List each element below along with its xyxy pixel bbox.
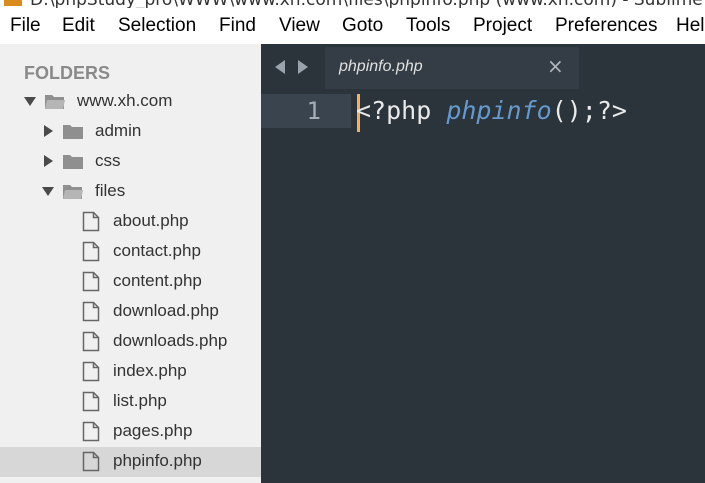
expanded-arrow-icon[interactable] bbox=[42, 187, 54, 196]
file-icon bbox=[82, 331, 100, 352]
tree-label: phpinfo.php bbox=[113, 451, 202, 470]
tree-label: index.php bbox=[113, 361, 187, 380]
tree-file-phpinfo-php[interactable]: phpinfo.php bbox=[0, 447, 261, 477]
tree-file-download-php[interactable]: download.php bbox=[0, 297, 261, 327]
folder-icon bbox=[63, 155, 83, 169]
call-parens: (); bbox=[551, 96, 597, 125]
tree-folder-www-xh-com[interactable]: www.xh.com bbox=[0, 87, 261, 117]
tab-nav-left-icon[interactable] bbox=[275, 60, 285, 74]
expanded-arrow-icon[interactable] bbox=[24, 97, 36, 106]
line-number: 1 bbox=[306, 97, 321, 125]
file-icon bbox=[82, 391, 100, 412]
gutter-current-line: 1 bbox=[261, 94, 351, 128]
collapsed-arrow-icon[interactable] bbox=[44, 125, 53, 137]
file-icon bbox=[82, 271, 100, 292]
window-title: D:\phpStudy_pro\WWW\www.xh.com\files\php… bbox=[30, 0, 705, 8]
tree-label: about.php bbox=[113, 211, 189, 230]
title-bar: D:\phpStudy_pro\WWW\www.xh.com\files\php… bbox=[0, 0, 705, 8]
php-open-tag: <?php bbox=[356, 96, 447, 125]
tree-label: download.php bbox=[113, 301, 219, 320]
tree-label: pages.php bbox=[113, 421, 193, 440]
file-icon bbox=[82, 361, 100, 382]
tree-folder-css[interactable]: css bbox=[0, 147, 261, 177]
menu-help[interactable]: Help bbox=[676, 15, 705, 37]
tree-file-index-php[interactable]: index.php bbox=[0, 357, 261, 387]
tree-folder-files[interactable]: files bbox=[0, 177, 261, 207]
tree-file-content-php[interactable]: content.php bbox=[0, 267, 261, 297]
menu-goto[interactable]: Goto bbox=[342, 15, 383, 37]
file-icon bbox=[82, 211, 100, 232]
tab-label: phpinfo.php bbox=[339, 58, 423, 75]
menu-project[interactable]: Project bbox=[473, 15, 532, 37]
tab-nav-right-icon[interactable] bbox=[298, 60, 308, 74]
tree-label: list.php bbox=[113, 391, 167, 410]
tree-file-pages-php[interactable]: pages.php bbox=[0, 417, 261, 447]
sidebar: FOLDERS www.xh.com admin css files about… bbox=[0, 44, 261, 483]
tree-label: content.php bbox=[113, 271, 202, 290]
menu-preferences[interactable]: Preferences bbox=[555, 15, 657, 37]
code-line-1[interactable]: <?php phpinfo();?> bbox=[356, 94, 627, 128]
menu-bar: File Edit Selection Find View Goto Tools… bbox=[0, 8, 705, 44]
menu-tools[interactable]: Tools bbox=[406, 15, 450, 37]
tree-label: css bbox=[95, 151, 121, 170]
file-icon bbox=[82, 421, 100, 442]
menu-find[interactable]: Find bbox=[219, 15, 256, 37]
tab-bar: phpinfo.php × bbox=[261, 44, 705, 89]
tree-label: contact.php bbox=[113, 241, 201, 260]
collapsed-arrow-icon[interactable] bbox=[44, 155, 53, 167]
folder-icon bbox=[63, 125, 83, 139]
file-icon bbox=[82, 301, 100, 322]
function-name: phpinfo bbox=[446, 96, 552, 125]
folders-heading: FOLDERS bbox=[24, 63, 111, 83]
file-icon bbox=[82, 451, 100, 472]
php-close-tag: ?> bbox=[596, 96, 627, 125]
editor-pane[interactable]: phpinfo.php × 1 <?php phpinfo();?> bbox=[261, 44, 705, 483]
menu-file[interactable]: File bbox=[10, 15, 41, 37]
menu-view[interactable]: View bbox=[279, 15, 320, 37]
sublime-app-icon bbox=[4, 0, 22, 6]
tree-label: www.xh.com bbox=[77, 91, 173, 110]
tree-file-about-php[interactable]: about.php bbox=[0, 207, 261, 237]
file-icon bbox=[82, 241, 100, 262]
close-icon[interactable]: × bbox=[547, 56, 564, 76]
tree-label: files bbox=[95, 181, 126, 200]
tab-phpinfo-php[interactable]: phpinfo.php × bbox=[325, 47, 579, 89]
menu-edit[interactable]: Edit bbox=[62, 15, 95, 37]
folder-open-icon bbox=[45, 95, 65, 109]
menu-selection[interactable]: Selection bbox=[118, 15, 196, 37]
tree-file-contact-php[interactable]: contact.php bbox=[0, 237, 261, 267]
tree-file-downloads-php[interactable]: downloads.php bbox=[0, 327, 261, 357]
tree-folder-admin[interactable]: admin bbox=[0, 117, 261, 147]
folder-open-icon bbox=[63, 185, 83, 199]
tree-label: downloads.php bbox=[113, 331, 228, 350]
tree-file-list-php[interactable]: list.php bbox=[0, 387, 261, 417]
tree-label: admin bbox=[95, 121, 142, 140]
